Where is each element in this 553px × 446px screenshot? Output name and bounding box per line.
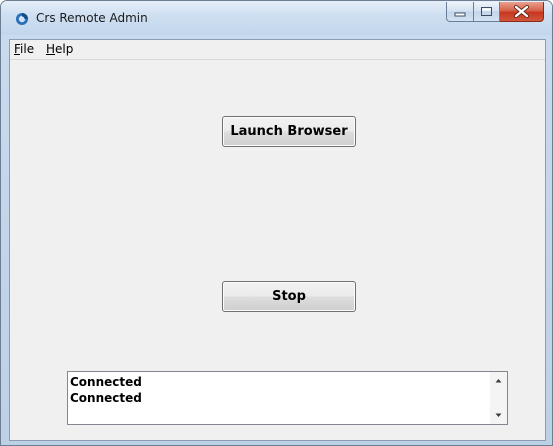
- minimize-button[interactable]: [446, 2, 474, 22]
- maximize-button[interactable]: [474, 2, 500, 22]
- log-line: Connected: [70, 375, 142, 389]
- window-title: Crs Remote Admin: [36, 11, 148, 25]
- menu-bar: File Help: [10, 40, 545, 60]
- close-icon: [514, 5, 529, 18]
- menu-file-label: ile: [20, 42, 35, 56]
- window-controls: [446, 2, 544, 22]
- app-window: Crs Remote Admin File Help Launch Browse…: [0, 0, 553, 446]
- app-logo-icon: [15, 11, 29, 25]
- menu-help-label: elp: [55, 42, 74, 56]
- log-scrollbar[interactable]: [490, 372, 507, 424]
- title-bar[interactable]: Crs Remote Admin: [1, 1, 552, 35]
- scroll-down-icon[interactable]: [490, 407, 507, 424]
- launch-browser-button[interactable]: Launch Browser: [222, 116, 356, 147]
- log-line: Connected: [70, 391, 142, 405]
- scroll-up-icon[interactable]: [490, 372, 507, 389]
- status-log-textbox[interactable]: Connected Connected: [67, 371, 508, 425]
- maximize-icon: [481, 7, 492, 16]
- minimize-icon: [454, 12, 466, 17]
- close-button[interactable]: [500, 2, 544, 22]
- menu-help[interactable]: Help: [46, 42, 73, 56]
- status-log-content: Connected Connected: [70, 374, 142, 406]
- menu-file[interactable]: File: [14, 42, 34, 56]
- menu-help-accelerator: H: [46, 42, 56, 56]
- client-area: File Help Launch Browser Stop Connected …: [9, 39, 546, 441]
- stop-button[interactable]: Stop: [222, 281, 356, 312]
